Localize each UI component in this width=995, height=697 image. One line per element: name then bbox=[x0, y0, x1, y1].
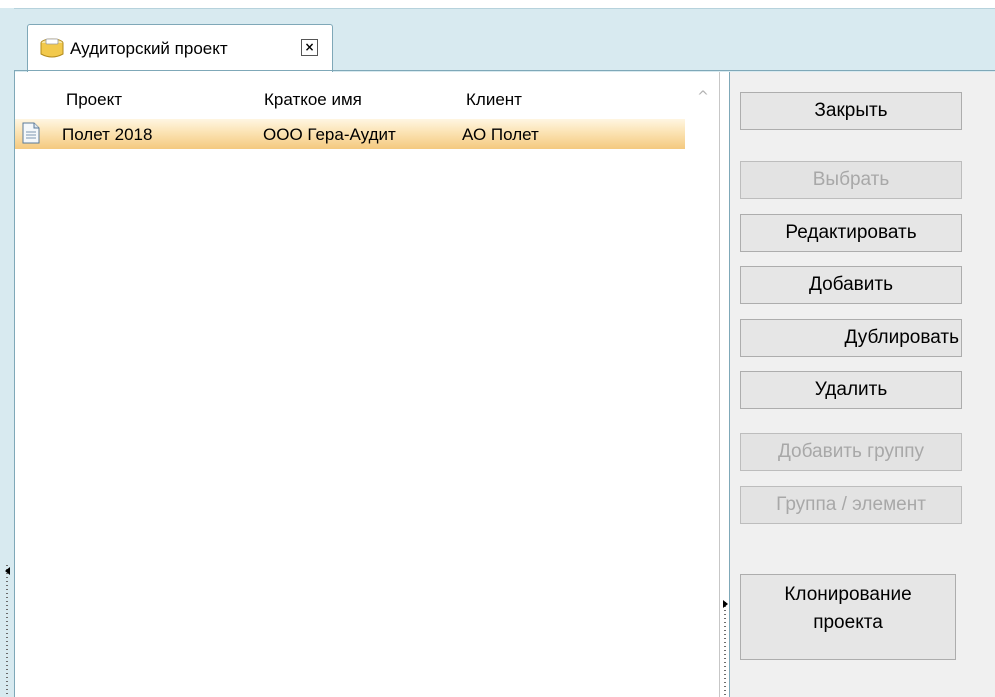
splitter-grip[interactable] bbox=[724, 602, 726, 697]
edit-button-label: Редактировать bbox=[785, 222, 917, 243]
add-group-button[interactable]: Добавить группу bbox=[740, 433, 962, 471]
add-group-button-label: Добавить группу bbox=[777, 441, 925, 462]
window-top-edge bbox=[0, 0, 995, 8]
close-button-label: Закрыть bbox=[814, 100, 888, 121]
clone-project-label-line2: проекта bbox=[813, 612, 883, 633]
edit-button[interactable]: Редактировать bbox=[740, 214, 962, 252]
column-header-client[interactable]: Клиент bbox=[466, 90, 522, 110]
add-button[interactable]: Добавить bbox=[740, 266, 962, 304]
delete-button[interactable]: Удалить bbox=[740, 371, 962, 409]
collapse-right-icon[interactable] bbox=[723, 600, 728, 608]
select-button[interactable]: Выбрать bbox=[740, 161, 962, 199]
clone-project-button[interactable]: Клонирование проекта bbox=[740, 574, 956, 660]
table-row[interactable]: Полет 2018 ООО Гера-Аудит АО Полет bbox=[15, 119, 685, 149]
close-icon[interactable]: × bbox=[301, 39, 318, 56]
left-splitter-grip[interactable] bbox=[6, 565, 8, 697]
group-element-button-label: Группа / элемент bbox=[776, 494, 926, 515]
collapse-left-icon[interactable] bbox=[5, 567, 10, 575]
duplicate-button[interactable]: Дублировать bbox=[740, 319, 962, 357]
cell-project: Полет 2018 bbox=[62, 125, 153, 144]
close-button[interactable]: Закрыть bbox=[740, 92, 962, 130]
delete-button-label: Удалить bbox=[814, 379, 888, 400]
tab-title: Аудиторский проект bbox=[70, 39, 228, 58]
clone-project-label-line1: Клонирование bbox=[784, 584, 912, 605]
actions-panel: Закрыть Выбрать Редактировать Добавить Д… bbox=[730, 72, 995, 697]
scroll-up-icon[interactable]: ^ bbox=[696, 90, 710, 104]
select-button-label: Выбрать bbox=[812, 169, 890, 190]
cell-client: АО Полет bbox=[462, 125, 539, 144]
add-button-label: Добавить bbox=[809, 274, 893, 295]
table-header: Проект Краткое имя Клиент bbox=[15, 86, 705, 114]
cell-short-name: ООО Гера-Аудит bbox=[263, 125, 396, 144]
document-icon bbox=[22, 122, 40, 144]
tab-audit-project[interactable]: Аудиторский проект × bbox=[27, 24, 333, 72]
column-header-short-name[interactable]: Краткое имя bbox=[264, 90, 362, 110]
column-header-project[interactable]: Проект bbox=[66, 90, 122, 110]
duplicate-button-label: Дублировать bbox=[844, 327, 960, 348]
tab-underline bbox=[14, 70, 995, 71]
projects-table: Проект Краткое имя Клиент ^ Полет 2018 О… bbox=[15, 72, 719, 697]
folder-db-icon bbox=[39, 36, 65, 60]
group-element-button[interactable]: Группа / элемент bbox=[740, 486, 962, 524]
panel-splitter[interactable] bbox=[719, 72, 730, 697]
